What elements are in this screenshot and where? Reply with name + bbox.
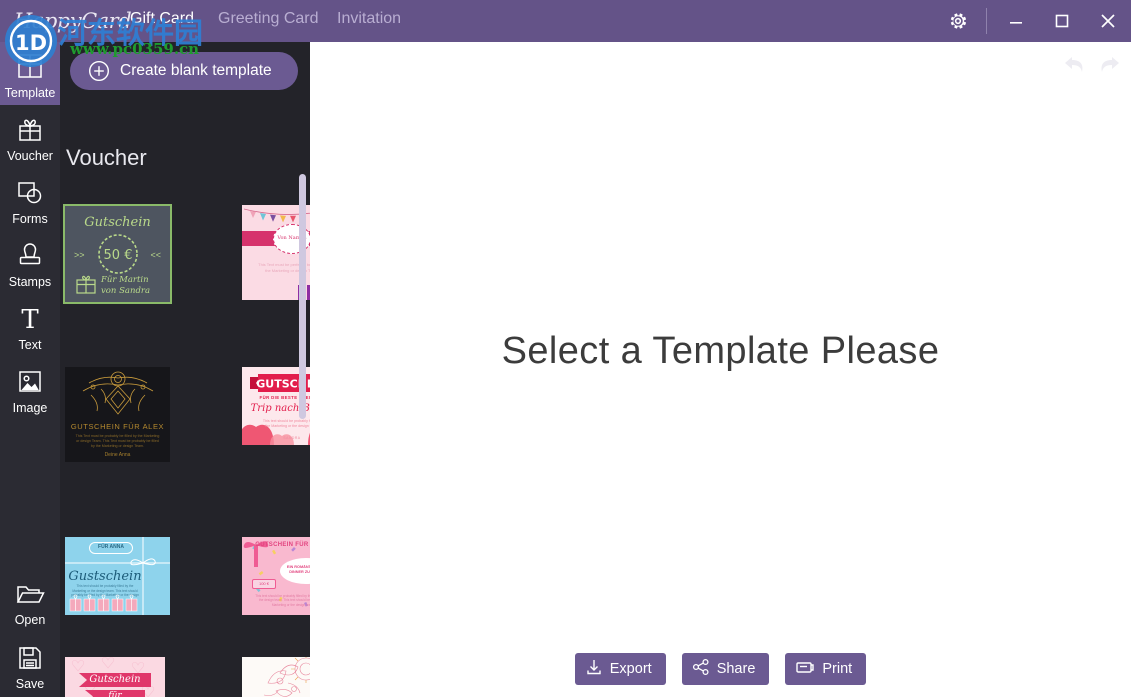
tab-invitation[interactable]: Invitation: [333, 8, 405, 30]
sidebar-primary-group: Template Voucher Forms Stamps T Text Ima…: [0, 42, 60, 420]
sidebar-item-stamps[interactable]: Stamps: [0, 231, 60, 294]
share-button[interactable]: Share: [681, 653, 770, 685]
sidebar-label-image: Image: [12, 401, 48, 415]
sidebar-label-save: Save: [15, 677, 45, 691]
action-button-bar: Export Share Print: [310, 653, 1131, 685]
stamp-icon: [15, 239, 45, 273]
template-thumbnail-gutschein-50[interactable]: Gutschein 50 € >> << Für Martin von Sand…: [63, 204, 172, 304]
canvas-placeholder-message: Select a Template Please: [501, 330, 940, 372]
sidebar-label-forms: Forms: [12, 212, 48, 226]
export-label: Export: [609, 661, 652, 677]
grid-template-icon: [15, 50, 45, 84]
template-thumbnail-confetti-bow[interactable]: GUTSCHEIN FÜR ANNA EIN ROMÄNTISCHESDINNE…: [242, 537, 310, 615]
control-divider: [986, 8, 987, 34]
template-thumbnail-blue-gustschein[interactable]: FÜR ANNA Gustschein This text should be …: [65, 537, 170, 615]
undo-arrow-icon: [1063, 53, 1087, 80]
close-icon: [1098, 11, 1118, 31]
app-logo: HappyCard: [14, 4, 134, 38]
redo-arrow-icon: [1097, 53, 1121, 80]
undo-button[interactable]: [1061, 52, 1089, 80]
sidebar-item-voucher[interactable]: Voucher: [0, 105, 60, 168]
print-button[interactable]: Print: [785, 653, 867, 685]
download-icon: [585, 658, 603, 680]
sidebar-secondary-group: Open Save: [0, 567, 60, 695]
template-panel: Create blank template Voucher Gutschein …: [60, 42, 310, 697]
create-blank-template-label: Create blank template: [120, 62, 272, 79]
sidebar-item-text[interactable]: T Text: [0, 294, 60, 357]
close-button[interactable]: [1085, 0, 1131, 42]
template-thumbnail-gutschein-fuer-lena[interactable]: Gutschein für Lena This text probably sh…: [242, 657, 310, 697]
sidebar-item-open[interactable]: Open: [0, 567, 60, 631]
template-thumbnail-grid: Gutschein 50 € >> << Für Martin von Sand…: [60, 177, 310, 697]
sidebar-item-image[interactable]: Image: [0, 357, 60, 420]
export-button[interactable]: Export: [574, 653, 666, 685]
redo-button[interactable]: [1095, 52, 1123, 80]
sidebar-label-stamps: Stamps: [8, 275, 52, 289]
maximize-icon: [1053, 12, 1071, 30]
sidebar-item-template[interactable]: Template: [0, 42, 60, 105]
minimize-button[interactable]: [993, 0, 1039, 42]
title-bar: HappyCard Gift Card Greeting Card Invita…: [0, 0, 1131, 42]
picture-icon: [15, 365, 45, 399]
sidebar-label-open: Open: [14, 613, 46, 627]
application-window: HappyCard Gift Card Greeting Card Invita…: [0, 0, 1131, 697]
gift-box-icon: [15, 113, 45, 147]
svg-text:50 €: 50 €: [104, 248, 133, 263]
minimize-icon: [1007, 12, 1025, 30]
left-sidebar: Template Voucher Forms Stamps T Text Ima…: [0, 42, 60, 697]
folder-open-icon: [14, 577, 46, 611]
tab-gift-card[interactable]: Gift Card: [126, 8, 198, 30]
template-thumbnail-gold-ornament[interactable]: GUTSCHEIN FÜR ALEX This Text must be pro…: [65, 367, 170, 462]
panel-scrollbar-track[interactable]: [299, 102, 308, 697]
share-nodes-icon: [692, 658, 710, 680]
panel-category-title: Voucher: [66, 145, 147, 170]
undo-redo-group: [1061, 52, 1123, 80]
canvas-area: Select a Template Please Export Share Pr…: [310, 42, 1131, 697]
sidebar-label-text: Text: [18, 338, 42, 352]
share-label: Share: [716, 661, 756, 677]
printer-icon: [795, 658, 815, 680]
create-blank-template-button[interactable]: Create blank template: [70, 52, 298, 90]
plus-circle-icon: [88, 60, 110, 82]
sidebar-label-voucher: Voucher: [7, 149, 53, 163]
gear-icon: [947, 10, 969, 32]
panel-scrollbar-thumb[interactable]: [299, 174, 306, 419]
app-logo-text: HappyCard: [14, 9, 132, 33]
template-thumbnail-gutschein-fuer-anna[interactable]: Gutschein für Anna ALLES LIEBE!: [65, 657, 165, 697]
settings-button[interactable]: [932, 0, 984, 42]
sidebar-item-save[interactable]: Save: [0, 631, 60, 695]
svg-text:T: T: [21, 305, 39, 333]
tab-greeting-card[interactable]: Greeting Card: [214, 8, 323, 30]
sidebar-label-template: Template: [4, 86, 56, 100]
text-T-icon: T: [15, 302, 45, 336]
maximize-button[interactable]: [1039, 0, 1085, 42]
print-label: Print: [822, 661, 853, 677]
window-controls: [932, 0, 1131, 42]
shapes-icon: [15, 176, 45, 210]
sidebar-item-forms[interactable]: Forms: [0, 168, 60, 231]
floppy-disk-icon: [16, 641, 44, 675]
